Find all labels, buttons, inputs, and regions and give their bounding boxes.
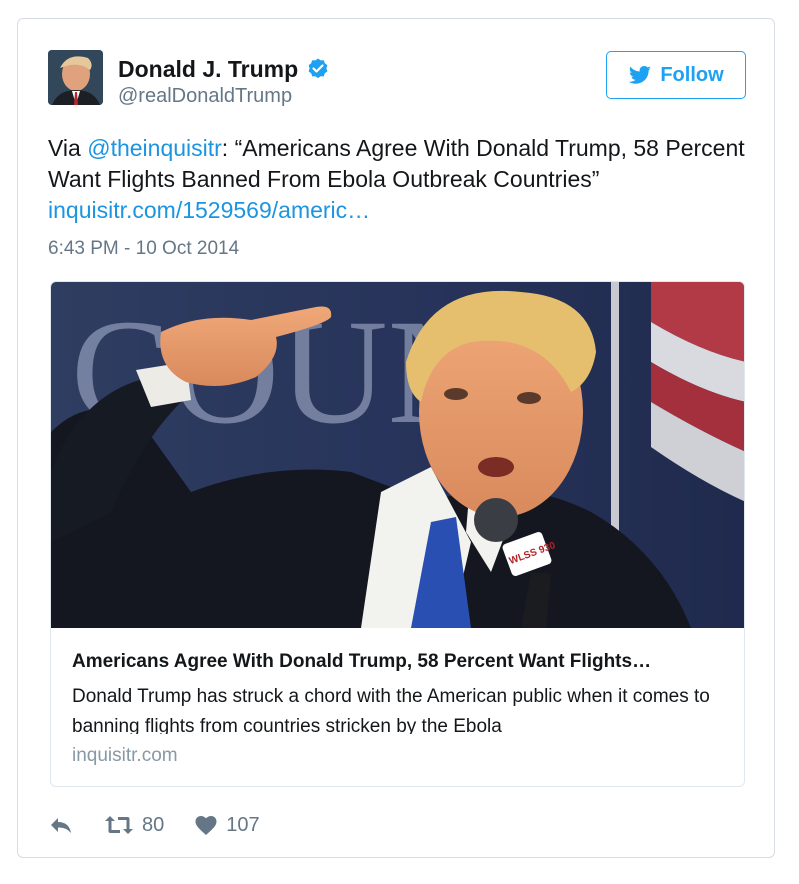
heart-icon — [195, 816, 217, 835]
mention-link[interactable]: @theinquisitr — [87, 135, 222, 161]
like-button[interactable]: 107 — [194, 813, 260, 837]
tweet-text-prefix: Via — [48, 135, 88, 161]
article-link[interactable]: inquisitr.com/1529569/americ… — [48, 197, 370, 223]
follow-button[interactable]: Follow — [606, 51, 746, 99]
follow-label: Follow — [660, 63, 724, 86]
tweet-timestamp[interactable]: 6:43 PM - 10 Oct 2014 — [48, 238, 239, 260]
avatar-image — [48, 50, 103, 105]
link-preview-card[interactable]: COUN WLSS 930 Americans Agree With Donal… — [50, 281, 745, 787]
retweet-button[interactable]: 80 — [104, 814, 164, 837]
reply-button[interactable] — [48, 814, 74, 836]
author-name-row: Donald J. Trump — [118, 54, 330, 84]
reply-icon — [51, 818, 71, 833]
retweet-icon — [105, 816, 133, 834]
verified-badge-icon — [308, 58, 328, 79]
author-name[interactable]: Donald J. Trump — [118, 56, 298, 83]
author-avatar[interactable] — [48, 50, 103, 105]
preview-description: Donald Trump has struck a chord with the… — [72, 686, 710, 734]
like-count: 107 — [226, 813, 260, 836]
tweet-text: Via @theinquisitr: “Americans Agree With… — [48, 133, 748, 226]
preview-image: COUN WLSS 930 — [51, 282, 744, 628]
retweet-count: 80 — [142, 813, 165, 836]
preview-domain: inquisitr.com — [72, 745, 178, 766]
tweet-actions: 80 107 — [48, 811, 290, 839]
preview-title: Americans Agree With Donald Trump, 58 Pe… — [72, 651, 652, 672]
tweet-card: Donald J. Trump @realDonaldTrump Follow … — [17, 18, 775, 858]
author-handle[interactable]: @realDonaldTrump — [118, 85, 292, 108]
twitter-bird-icon — [629, 66, 652, 84]
